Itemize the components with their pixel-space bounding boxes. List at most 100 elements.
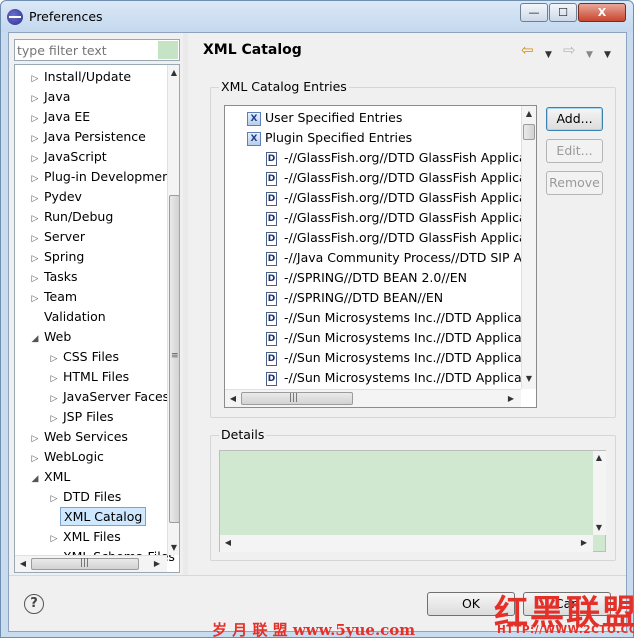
tree-item[interactable]: ▷ XML Files <box>48 527 124 547</box>
separator <box>9 575 626 576</box>
tree-item[interactable]: ▷ Web Services <box>29 427 131 447</box>
collapsed-twistie-icon[interactable]: ▷ <box>29 149 41 169</box>
tree-item[interactable]: ▷ Java EE <box>29 107 93 127</box>
tree-item[interactable]: ▷ Team <box>29 287 80 307</box>
tree-item[interactable]: ▷ Pydev <box>29 187 85 207</box>
scroll-down-icon[interactable]: ▼ <box>168 543 179 552</box>
catalog-entry[interactable]: D -//GlassFish.org//DTD GlassFish Applica <box>266 228 527 248</box>
tree-item[interactable]: ▷ JavaServer Faces T <box>48 387 179 409</box>
tree-item[interactable]: XML Catalog <box>48 507 147 527</box>
scroll-down-icon[interactable]: ▼ <box>523 374 535 383</box>
tree-item[interactable]: ◢ Web <box>29 327 74 347</box>
entries-vertical-scrollbar[interactable]: ▲ ▼ <box>521 106 536 389</box>
tree-item[interactable]: ▷ WebLogic <box>29 447 107 467</box>
scroll-up-icon[interactable]: ▲ <box>168 68 179 77</box>
collapsed-twistie-icon[interactable]: ▷ <box>29 269 41 289</box>
tree-item[interactable]: ▷ JavaScript <box>29 147 110 167</box>
entries-horizontal-scrollbar[interactable]: ◀ ||| ▶ <box>225 389 521 407</box>
collapsed-twistie-icon[interactable]: ▷ <box>29 289 41 309</box>
tree-item[interactable]: ◢ XML <box>29 467 73 487</box>
expanded-twistie-icon[interactable]: ◢ <box>29 329 41 349</box>
catalog-entry[interactable]: D -//Sun Microsystems Inc.//DTD Applicat <box>266 328 527 348</box>
tree-item-label: HTML Files <box>63 369 130 384</box>
scroll-left-icon[interactable]: ◀ <box>17 559 29 568</box>
tree-item[interactable]: ▷ Run/Debug <box>29 207 116 227</box>
catalog-entry[interactable]: D -//Sun Microsystems Inc.//DTD Applicat <box>266 348 527 368</box>
details-text-area[interactable]: ▲ ▼ ◀ ▶ <box>219 450 606 552</box>
catalog-entry[interactable]: D -//SPRING//DTD BEAN 2.0//EN <box>266 268 467 288</box>
tree-item[interactable]: ▷ DTD Files <box>48 487 124 507</box>
scroll-thumb[interactable] <box>523 124 535 140</box>
catalog-entry[interactable]: D -//Sun Microsystems Inc.//DTD Applicat <box>266 368 527 388</box>
catalog-entry[interactable]: D -//GlassFish.org//DTD GlassFish Applica <box>266 168 527 188</box>
details-vertical-scrollbar[interactable]: ▲ ▼ <box>593 451 606 535</box>
edit-button[interactable]: Edit... <box>546 139 603 163</box>
catalog-entry[interactable]: D -//GlassFish.org//DTD GlassFish Applica <box>266 148 527 168</box>
maximize-button[interactable]: ☐ <box>549 3 577 22</box>
collapsed-twistie-icon[interactable]: ▷ <box>29 69 41 89</box>
catalog-entry[interactable]: D -//Sun Microsystems Inc.//DTD Applicat <box>266 308 527 328</box>
catalog-entries-list[interactable]: X User Specified Entries X Plugin Specified… <box>224 105 537 408</box>
view-menu-icon[interactable]: ▼ <box>604 45 611 65</box>
collapsed-twistie-icon[interactable]: ▷ <box>48 389 60 409</box>
forward-arrow-icon: ⇨ <box>563 41 576 59</box>
remove-button[interactable]: Remove <box>546 171 603 195</box>
catalog-entry[interactable]: D -//Java Community Process//DTD SIP Ap <box>266 248 530 268</box>
scroll-left-icon[interactable]: ◀ <box>227 394 239 403</box>
scroll-up-icon[interactable]: ▲ <box>593 453 605 462</box>
back-arrow-icon[interactable]: ⇦ <box>521 40 534 60</box>
collapsed-twistie-icon[interactable]: ▷ <box>29 89 41 109</box>
tree-vertical-scrollbar[interactable]: ▲ ≡ ▼ <box>167 65 179 555</box>
minimize-button[interactable]: — <box>520 3 548 22</box>
tree-item[interactable]: ▷ Java Persistence <box>29 127 149 147</box>
tree-item[interactable]: ▷ Install/Update <box>29 67 134 87</box>
tree-item[interactable]: Validation <box>29 307 109 327</box>
catalog-entry[interactable]: X Plugin Specified Entries <box>247 128 412 148</box>
catalog-entry[interactable]: D -//GlassFish.org//DTD GlassFish Applica <box>266 208 527 228</box>
help-icon[interactable]: ? <box>24 594 44 614</box>
collapsed-twistie-icon[interactable]: ▷ <box>29 129 41 149</box>
tree-item[interactable]: ▷ CSS Files <box>48 347 122 367</box>
collapsed-twistie-icon[interactable]: ▷ <box>29 189 41 209</box>
expanded-twistie-icon[interactable]: ◢ <box>29 469 41 489</box>
tree-item[interactable]: ▷ HTML Files <box>48 367 132 387</box>
collapsed-twistie-icon[interactable]: ▷ <box>29 209 41 229</box>
collapsed-twistie-icon[interactable]: ▷ <box>29 429 41 449</box>
tree-item[interactable]: ▷ JSP Files <box>48 407 117 427</box>
close-button[interactable]: X <box>578 3 626 22</box>
catalog-entry[interactable]: D -//SPRING//DTD BEAN//EN <box>266 288 443 308</box>
scroll-right-icon[interactable]: ▶ <box>151 559 163 568</box>
tree-horizontal-scrollbar[interactable]: ◀ ||| ▶ <box>15 555 167 572</box>
collapsed-twistie-icon[interactable]: ▷ <box>29 169 41 189</box>
dtd-icon: D <box>266 191 277 206</box>
scroll-up-icon[interactable]: ▲ <box>523 109 535 118</box>
collapsed-twistie-icon[interactable]: ▷ <box>29 449 41 469</box>
scroll-right-icon[interactable]: ▶ <box>578 538 590 547</box>
catalog-entry[interactable]: D -//GlassFish.org//DTD GlassFish Applica <box>266 188 527 208</box>
back-menu-chevron-icon[interactable]: ▼ <box>545 45 552 65</box>
tree-item[interactable]: ▷ Plug-in Development <box>29 167 178 187</box>
collapsed-twistie-icon[interactable]: ▷ <box>29 249 41 269</box>
filter-input[interactable] <box>17 42 157 58</box>
details-horizontal-scrollbar[interactable]: ◀ ▶ <box>220 535 593 552</box>
sash[interactable] <box>183 33 188 575</box>
tree-item[interactable]: ▷ Java <box>29 87 73 107</box>
collapsed-twistie-icon[interactable]: ▷ <box>48 529 60 549</box>
add-button[interactable]: Add... <box>546 107 603 131</box>
tree-item[interactable]: ▷ Tasks <box>29 267 81 287</box>
title-bar[interactable]: Preferences — ☐ X <box>1 1 633 32</box>
collapsed-twistie-icon[interactable]: ▷ <box>29 229 41 249</box>
tree-item[interactable]: ▷ Server <box>29 227 88 247</box>
collapsed-twistie-icon[interactable]: ▷ <box>48 489 60 509</box>
scroll-left-icon[interactable]: ◀ <box>222 538 234 547</box>
collapsed-twistie-icon[interactable]: ▷ <box>48 409 60 429</box>
tree-item-label: Java Persistence <box>44 129 146 144</box>
catalog-entry[interactable]: X User Specified Entries <box>247 108 402 128</box>
scroll-down-icon[interactable]: ▼ <box>593 523 605 532</box>
clear-filter-icon[interactable] <box>158 41 178 59</box>
scroll-right-icon[interactable]: ▶ <box>505 394 517 403</box>
collapsed-twistie-icon[interactable]: ▷ <box>48 349 60 369</box>
tree-item[interactable]: ▷ Spring <box>29 247 87 267</box>
collapsed-twistie-icon[interactable]: ▷ <box>29 109 41 129</box>
collapsed-twistie-icon[interactable]: ▷ <box>48 369 60 389</box>
